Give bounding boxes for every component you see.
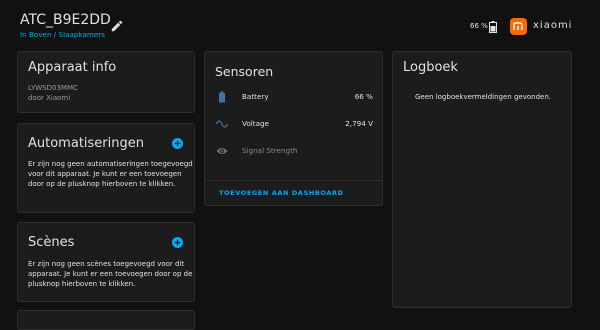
scenes-empty-text: Er zijn nog geen scènes toegevoegd voor … (28, 260, 193, 288)
xiaomi-logo-icon (510, 18, 527, 35)
battery-icon (489, 21, 497, 33)
scenes-card: Scènes Er zijn nog geen scènes toegevoeg… (17, 222, 195, 302)
breadcrumb[interactable]: In Boven / Slaapkamers (20, 30, 105, 39)
sensor-label-signal-strength[interactable]: Signal Strength (242, 146, 297, 155)
automations-empty-text: Er zijn nog geen automatiseringen toegev… (28, 160, 193, 188)
scripts-card (17, 310, 195, 330)
device-model: LYWSD03MMC (28, 84, 78, 92)
add-to-dashboard-button[interactable]: TOEVOEGEN AAN DASHBOARD (219, 189, 344, 197)
sensor-value-battery: 66 % (354, 92, 373, 101)
automations-title: Automatiseringen (28, 136, 144, 151)
scenes-title: Scènes (28, 235, 75, 250)
sensor-label-voltage[interactable]: Voltage (242, 119, 269, 128)
sensor-label-battery[interactable]: Battery (242, 92, 269, 101)
logbook-card: Logboek Geen logboekvermeldingen gevonde… (392, 51, 572, 308)
eye-icon (216, 148, 228, 154)
sensor-value-voltage: 2,794 V (345, 119, 373, 128)
device-info-title: Apparaat info (28, 60, 117, 75)
logbook-title: Logboek (403, 60, 458, 75)
logbook-empty-text: Geen logboekvermeldingen gevonden. (415, 93, 551, 101)
battery-icon (219, 91, 225, 103)
add-scene-button[interactable] (172, 237, 183, 248)
pencil-edit-icon[interactable] (110, 19, 124, 33)
page-title: ATC_B9E2DD (20, 12, 111, 28)
divider (205, 180, 382, 181)
battery-percentage: 66 % (470, 22, 488, 30)
device-info-card: Apparaat info LYWSD03MMC door Xiaomi (17, 51, 195, 113)
sine-wave-icon (216, 120, 228, 128)
add-automation-button[interactable] (172, 138, 183, 149)
device-manufacturer: door Xiaomi (28, 94, 71, 102)
sensors-card: Sensoren Battery 66 % Voltage 2,794 V Si… (204, 51, 383, 206)
brand-name: xiaomi (533, 20, 573, 31)
sensors-title: Sensoren (215, 64, 274, 79)
automations-card: Automatiseringen Er zijn nog geen automa… (17, 123, 195, 213)
